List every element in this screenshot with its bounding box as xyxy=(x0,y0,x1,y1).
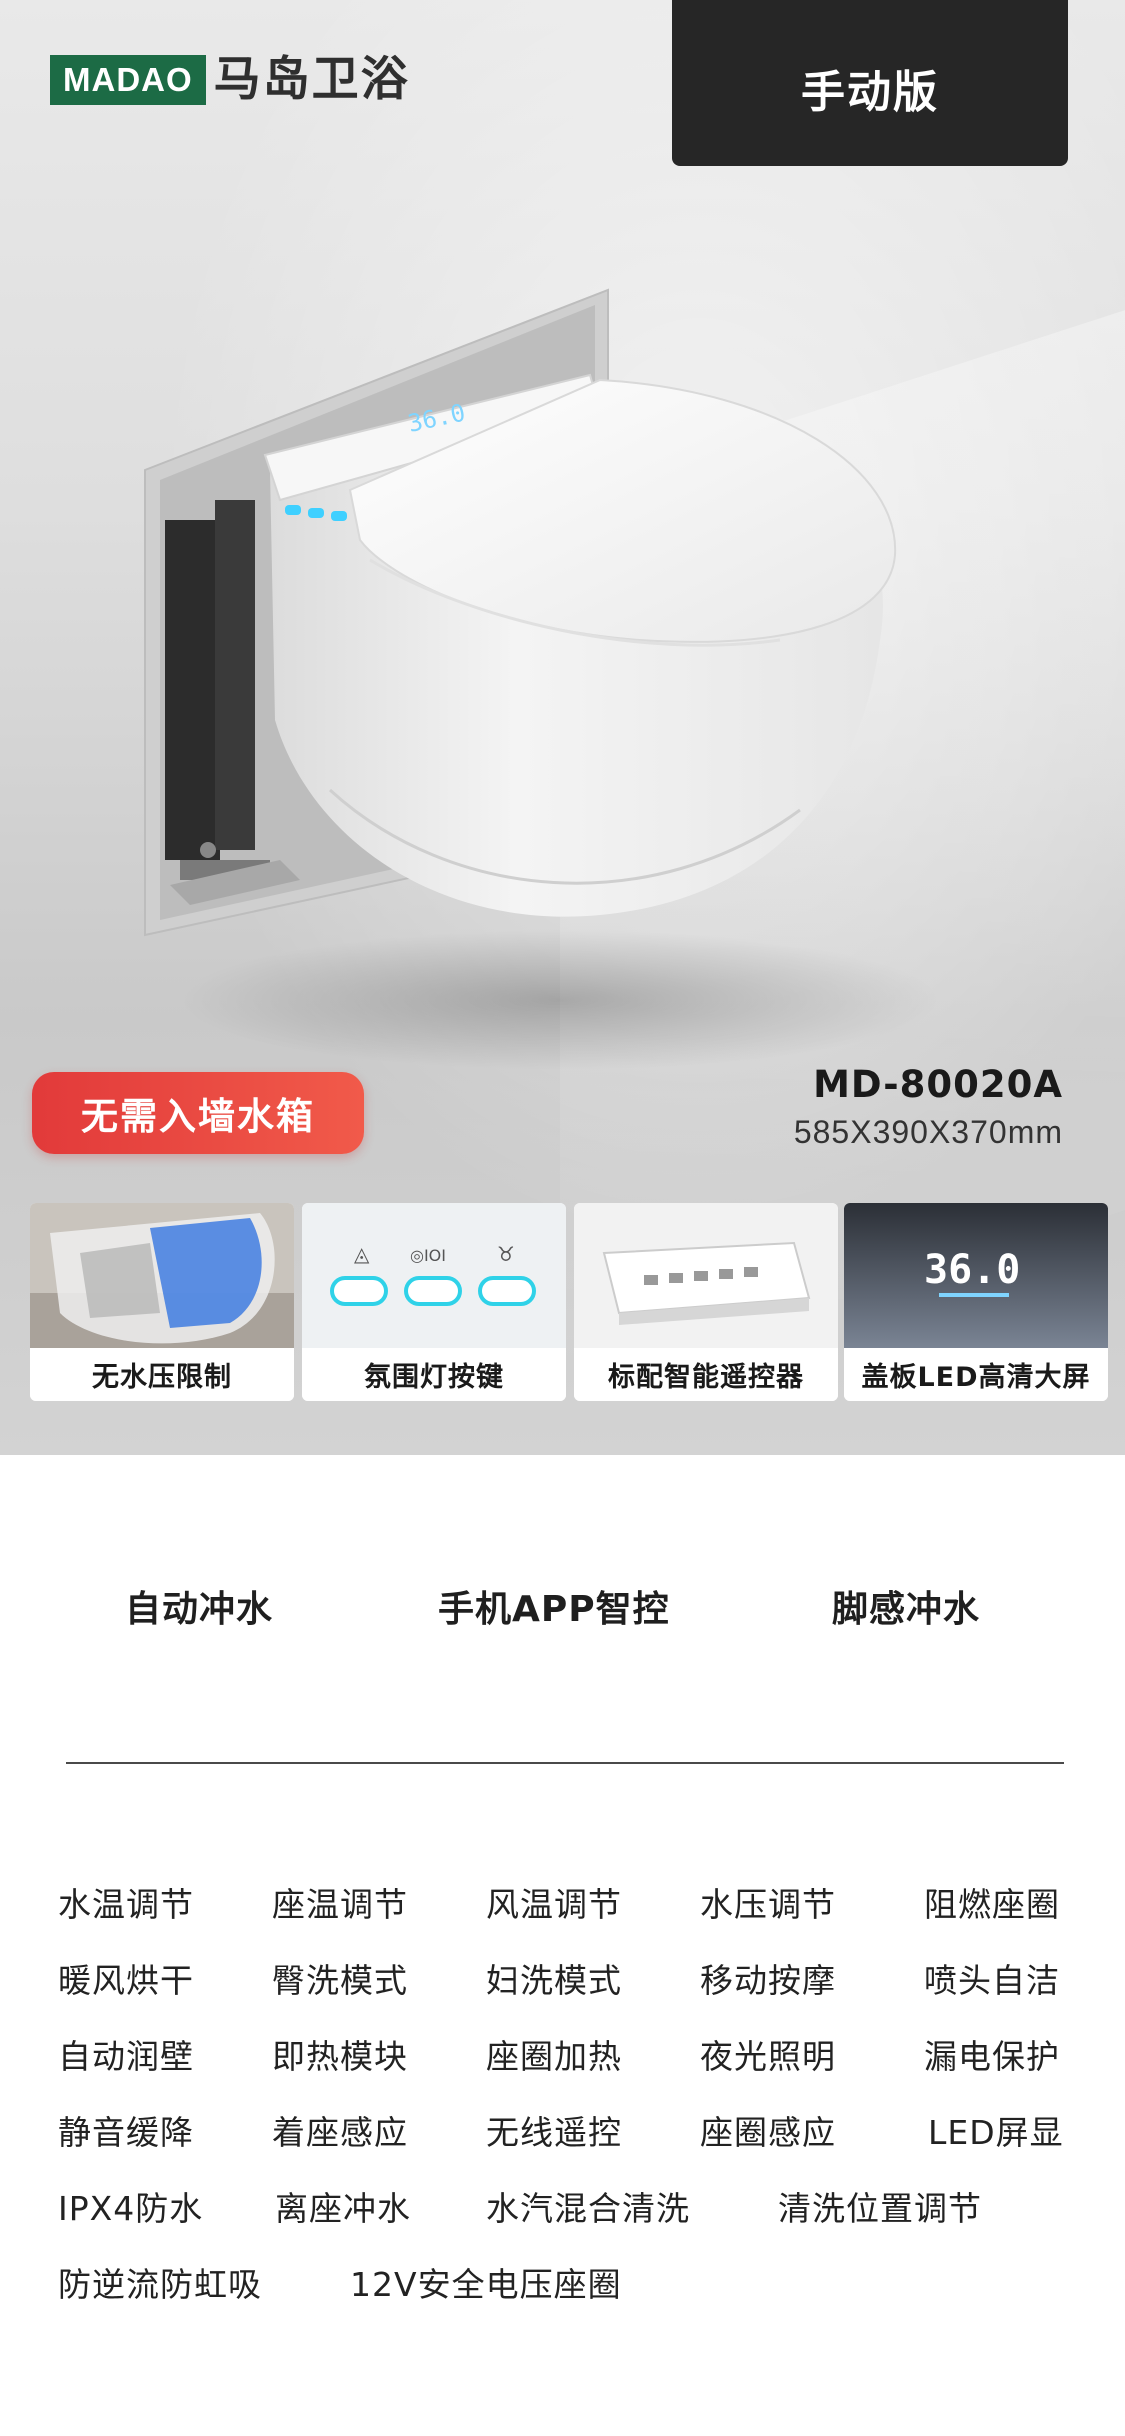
feature-item: 风温调节 xyxy=(486,1885,622,1924)
feature-item: 暖风烘干 xyxy=(58,1961,194,2000)
feature-item: 防逆流防虹吸 xyxy=(58,2265,262,2304)
key-feature-foot-flush: 脚感冲水 xyxy=(832,1589,981,1630)
thumb-remote: 标配智能遥控器 xyxy=(574,1203,838,1401)
thumb-caption: 盖板LED高清大屏 xyxy=(844,1348,1108,1401)
feature-item: 阻燃座圈 xyxy=(924,1885,1060,1924)
feature-item: 水温调节 xyxy=(58,1885,194,1924)
remote-control-image xyxy=(574,1203,838,1348)
feature-item: 即热模块 xyxy=(272,2037,408,2076)
feature-item: 水汽混合清洗 xyxy=(486,2189,690,2228)
thumb-caption: 标配智能遥控器 xyxy=(574,1348,838,1401)
thumb-caption: 氛围灯按键 xyxy=(302,1348,566,1401)
brand-logo: MADAO 马岛卫浴 xyxy=(50,55,410,105)
svg-text:◎IOI: ◎IOI xyxy=(410,1246,446,1265)
feature-item: 着座感应 xyxy=(272,2113,408,2152)
thumb-caption: 无水压限制 xyxy=(30,1348,294,1401)
feature-item: 夜光照明 xyxy=(700,2037,836,2076)
thumb-no-pressure: 无水压限制 xyxy=(30,1203,294,1401)
feature-list: 水温调节 座温调节 风温调节 水压调节 阻燃座圈 暖风烘干 臀洗模式 妇洗模式 … xyxy=(0,1880,1125,2360)
feature-item: LED屏显 xyxy=(928,2113,1064,2152)
brand-logo-text: MADAO xyxy=(50,55,206,105)
key-features: 自动冲水 手机APP智控 脚感冲水 xyxy=(0,1580,1125,1640)
key-feature-app-control: 手机APP智控 xyxy=(438,1589,670,1630)
hero-section: 36.0 MADAO 马岛卫浴 手动版 无需入墙水箱 MD-80020A 585… xyxy=(0,0,1125,1455)
thumb-ambient-buttons: ◬ ◎IOI ♉ 氛围灯按键 xyxy=(302,1203,566,1401)
ambient-light-buttons-image: ◬ ◎IOI ♉ xyxy=(302,1203,566,1348)
model-info: MD-80020A 585X390X370mm xyxy=(794,1060,1063,1154)
section-divider xyxy=(66,1762,1064,1764)
feature-item: 无线遥控 xyxy=(486,2113,622,2152)
feature-item: 静音缓降 xyxy=(58,2113,194,2152)
edition-label: 手动版 xyxy=(672,0,1068,166)
key-feature-auto-flush: 自动冲水 xyxy=(125,1589,274,1630)
led-readout: 36.0 xyxy=(924,1247,1020,1293)
feature-item: 移动按摩 xyxy=(700,1961,836,2000)
svg-text:♉: ♉ xyxy=(497,1242,515,1266)
brand-name-cn: 马岛卫浴 xyxy=(213,52,410,107)
model-name: MD-80020A xyxy=(813,1063,1063,1106)
feature-item: 座温调节 xyxy=(272,1885,408,1924)
feature-item: 水压调节 xyxy=(700,1885,836,1924)
feature-item: 座圈感应 xyxy=(700,2113,836,2152)
feature-item: 清洗位置调节 xyxy=(778,2189,982,2228)
no-tank-badge: 无需入墙水箱 xyxy=(32,1072,364,1154)
svg-text:◬: ◬ xyxy=(354,1242,370,1266)
feature-item: 臀洗模式 xyxy=(272,1961,408,2000)
thumb-led-display: 36.0 盖板LED高清大屏 xyxy=(844,1203,1108,1401)
feature-item: 离座冲水 xyxy=(275,2189,411,2228)
feature-item: 妇洗模式 xyxy=(486,1961,622,2000)
feature-item: IPX4防水 xyxy=(58,2189,204,2228)
model-size: 585X390X370mm xyxy=(793,1114,1063,1150)
tank-cutaway-image xyxy=(30,1203,294,1348)
feature-item: 12V安全电压座圈 xyxy=(350,2265,622,2304)
feature-thumbnails: 无水压限制 ◬ ◎IOI ♉ 氛围灯按键 标配智能遥控器 36.0 盖板LED高… xyxy=(30,1203,1108,1401)
feature-item: 自动润壁 xyxy=(58,2037,194,2076)
led-display-image: 36.0 xyxy=(844,1203,1108,1348)
feature-item: 漏电保护 xyxy=(924,2037,1060,2076)
feature-item: 座圈加热 xyxy=(486,2037,622,2076)
feature-item: 喷头自洁 xyxy=(924,1961,1060,2000)
